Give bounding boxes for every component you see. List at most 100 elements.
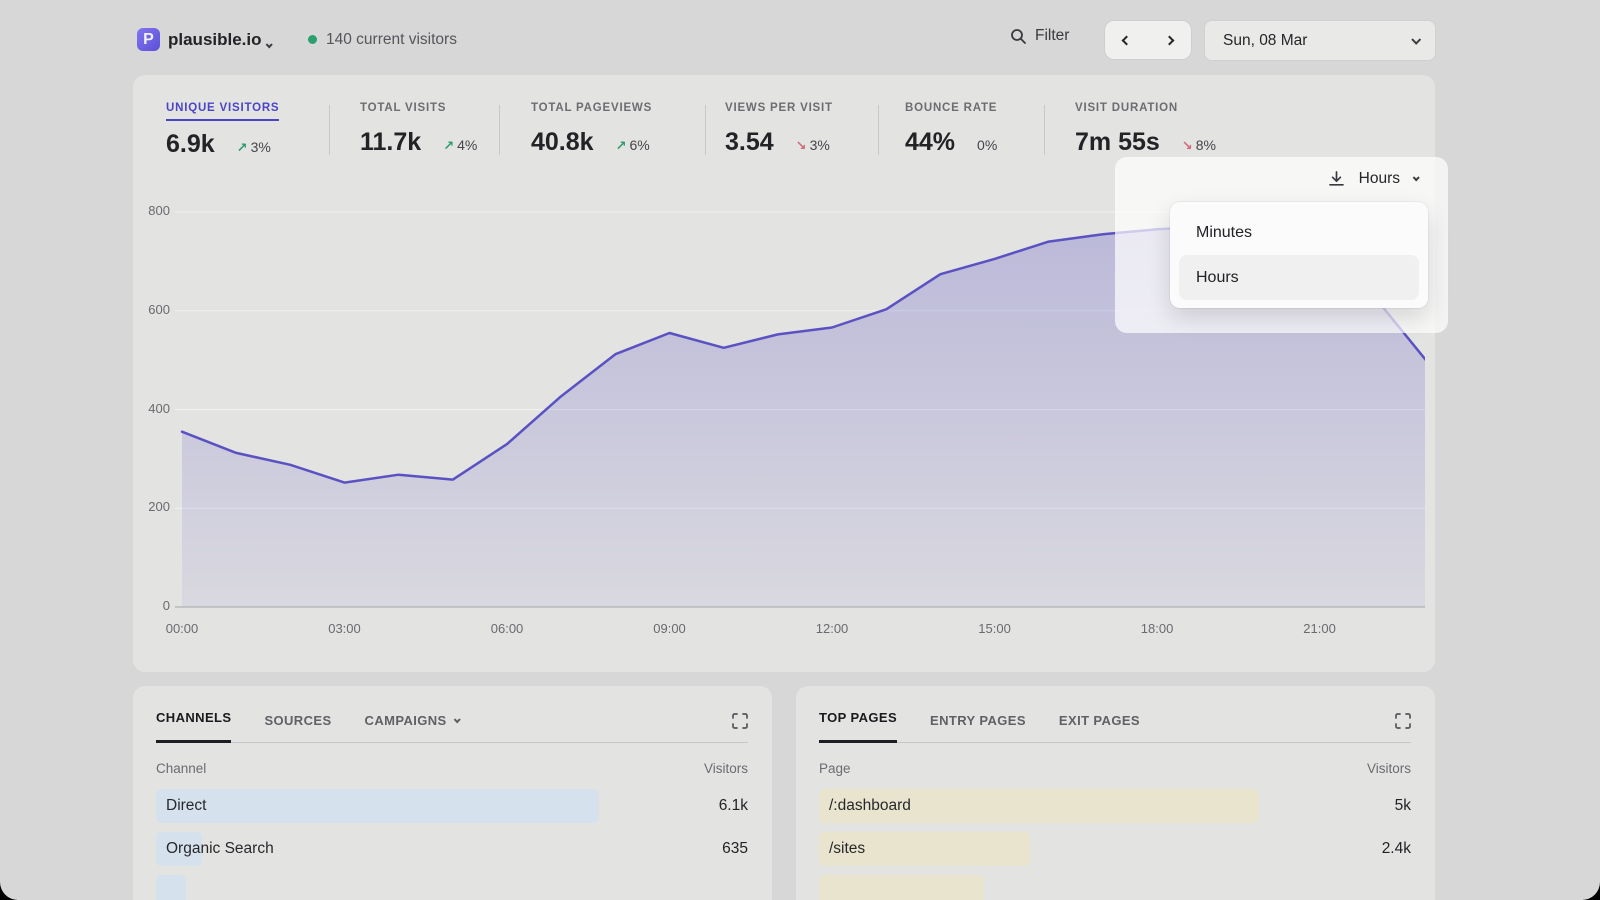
tab-top-pages[interactable]: TOP PAGES: [819, 710, 897, 743]
site-switcher[interactable]: plausible.io: [168, 30, 262, 50]
column-header-name: Page: [819, 761, 851, 776]
prev-period-button[interactable]: [1105, 21, 1148, 59]
metric-delta: ↗6%: [616, 137, 650, 154]
metric-value: 40.8k: [531, 128, 594, 157]
column-header-visitors: Visitors: [1367, 761, 1411, 776]
tab-campaigns[interactable]: CAMPAIGNS: [365, 713, 459, 743]
column-headers: Channel Visitors: [156, 761, 748, 776]
live-dot-icon: [308, 35, 317, 44]
date-pager: [1105, 21, 1191, 59]
metric-value: 7m 55s: [1075, 128, 1160, 157]
date-chevron-down-icon: [1411, 35, 1421, 45]
date-range-label: Sun, 08 Mar: [1223, 32, 1307, 50]
card-tabs: TOP PAGES ENTRY PAGES EXIT PAGES: [819, 686, 1411, 743]
card-tabs: CHANNELS SOURCES CAMPAIGNS: [156, 686, 748, 743]
breakdown-rows: Direct 6.1k Organic Search 635: [156, 785, 748, 900]
trend-up-icon: ↗: [443, 138, 454, 153]
table-row: /sites 2.4k: [819, 828, 1411, 871]
interval-option-minutes[interactable]: Minutes: [1179, 210, 1419, 255]
metric-label: VIEWS PER VISIT: [725, 102, 833, 119]
metric-value: 6.9k: [166, 130, 215, 159]
row-bar: [156, 789, 599, 823]
x-axis-tick: 06:00: [491, 621, 524, 636]
stat-divider: [1044, 105, 1045, 155]
x-axis-tick: 00:00: [166, 621, 199, 636]
metric-visit-duration[interactable]: VISIT DURATION 7m 55s ↘8%: [1075, 102, 1216, 157]
table-row: [156, 871, 748, 900]
metric-delta: ↗4%: [443, 137, 477, 154]
metric-label: TOTAL PAGEVIEWS: [531, 102, 652, 119]
filter-button[interactable]: Filter: [1010, 27, 1069, 45]
x-axis-tick: 21:00: [1303, 621, 1336, 636]
metric-delta: ↗3%: [237, 139, 271, 156]
column-header-visitors: Visitors: [704, 761, 748, 776]
search-icon: [1010, 28, 1027, 45]
interval-option-hours[interactable]: Hours: [1179, 255, 1419, 300]
y-axis-tick: 800: [130, 203, 170, 218]
metric-views-per-visit[interactable]: VIEWS PER VISIT 3.54 ↘3%: [725, 102, 833, 157]
expand-card-button[interactable]: [1395, 713, 1411, 729]
trend-down-icon: ↘: [1182, 138, 1193, 153]
table-row: Organic Search 635: [156, 828, 748, 871]
table-row: [819, 871, 1411, 900]
plausible-logo-icon: P: [137, 28, 160, 51]
column-header-name: Channel: [156, 761, 206, 776]
filter-label: Filter: [1035, 27, 1069, 45]
row-name-link[interactable]: Organic Search: [166, 828, 274, 870]
metric-unique-visitors[interactable]: UNIQUE VISITORS6.9k↗3%: [166, 102, 279, 159]
tab-channels[interactable]: CHANNELS: [156, 710, 231, 743]
interval-selected-label: Hours: [1359, 170, 1400, 188]
plausible-dashboard: P plausible.io 140 current visitors Filt…: [0, 0, 1600, 900]
interval-dropdown-menu: MinutesHours: [1170, 202, 1428, 308]
y-axis-tick: 400: [130, 401, 170, 416]
current-visitors[interactable]: 140 current visitors: [326, 31, 457, 49]
y-axis-tick: 200: [130, 499, 170, 514]
metric-label: BOUNCE RATE: [905, 102, 997, 119]
metric-delta: ↘8%: [1182, 137, 1216, 154]
stat-divider: [499, 105, 500, 155]
metric-value: 3.54: [725, 128, 774, 157]
trend-up-icon: ↗: [237, 140, 248, 155]
x-axis-tick: 12:00: [816, 621, 849, 636]
tab-exit-pages[interactable]: EXIT PAGES: [1059, 713, 1140, 743]
metric-value: 44%: [905, 128, 955, 157]
metric-bounce-rate[interactable]: BOUNCE RATE 44% 0%: [905, 102, 997, 157]
site-chevron-down-icon[interactable]: [266, 35, 271, 53]
x-axis-tick: 09:00: [653, 621, 686, 636]
row-bar: [156, 875, 186, 900]
date-range-picker[interactable]: Sun, 08 Mar: [1205, 21, 1435, 60]
stat-divider: [878, 105, 879, 155]
interval-chevron-down-icon: [1413, 174, 1420, 181]
trend-up-icon: ↗: [616, 138, 627, 153]
y-axis-tick: 0: [130, 598, 170, 613]
interval-dropdown-trigger[interactable]: Hours: [1327, 169, 1418, 188]
tab-chevron-down-icon: [453, 716, 460, 723]
metric-delta: ↘3%: [796, 137, 830, 154]
top-header: P plausible.io 140 current visitors Filt…: [0, 0, 1600, 80]
download-icon[interactable]: [1327, 169, 1346, 188]
expand-card-button[interactable]: [732, 713, 748, 729]
breakdown-rows: /:dashboard5k/sites 2.4k: [819, 785, 1411, 900]
row-visitors-value: 2.4k: [1382, 828, 1411, 870]
row-bar: [819, 875, 984, 900]
row-name-link[interactable]: /:dashboard: [829, 785, 911, 827]
row-name-link[interactable]: /sites: [829, 828, 865, 870]
metric-value: 11.7k: [360, 128, 421, 157]
tab-entry-pages[interactable]: ENTRY PAGES: [930, 713, 1026, 743]
row-visitors-value: 6.1k: [719, 785, 748, 827]
expand-icon: [732, 713, 748, 729]
x-axis-tick: 03:00: [328, 621, 361, 636]
channels-card: CHANNELS SOURCES CAMPAIGNS Channel Visitors D…: [133, 686, 772, 900]
metric-total-visits[interactable]: TOTAL VISITS11.7k↗4%: [360, 102, 477, 157]
column-headers: Page Visitors: [819, 761, 1411, 776]
tab-sources[interactable]: SOURCES: [264, 713, 331, 743]
table-row: /:dashboard5k: [819, 785, 1411, 828]
row-name-link[interactable]: Direct: [166, 785, 206, 827]
metric-total-pageviews[interactable]: TOTAL PAGEVIEWS 40.8k ↗6%: [531, 102, 652, 157]
next-period-button[interactable]: [1148, 21, 1191, 59]
expand-icon: [1395, 713, 1411, 729]
row-visitors-value: 635: [722, 828, 748, 870]
metric-label: VISIT DURATION: [1075, 102, 1216, 119]
metric-delta: 0%: [977, 137, 997, 153]
table-row: Direct 6.1k: [156, 785, 748, 828]
